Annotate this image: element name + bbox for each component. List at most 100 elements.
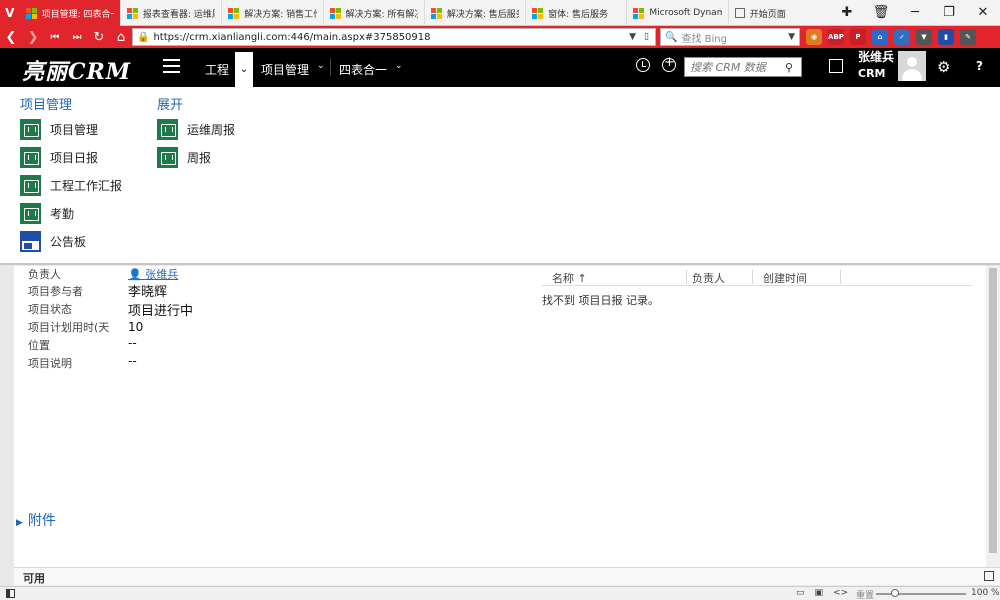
entity-icon — [157, 146, 178, 168]
menu-item-bulletin-board[interactable]: 公告板 — [20, 230, 86, 252]
tab-report-viewer[interactable]: 报表查看器: 运维周报 — [121, 0, 223, 26]
column-owner[interactable]: 负责人 — [692, 270, 725, 286]
tab-solution-sales[interactable]: 解决方案: 销售工作 — [222, 0, 324, 26]
url-field[interactable]: 🔒 https://crm.xianliangli.com:446/main.a… — [132, 28, 656, 46]
minimize-icon[interactable]: ─ — [898, 5, 932, 20]
crm-search-input[interactable]: 搜索 CRM 数据 ⚲ — [684, 57, 802, 77]
chevron-down-icon[interactable]: ▼ — [629, 32, 636, 42]
bulletin-board-icon — [20, 230, 41, 252]
menu-item-work-report[interactable]: 工程工作汇报 — [20, 174, 123, 196]
bookmark-icon[interactable]: ▯ — [644, 32, 649, 42]
attachments-section[interactable]: ▶ 附件 — [16, 510, 56, 530]
extension-house-icon[interactable]: ⌂ — [872, 29, 888, 45]
chevron-down-icon[interactable]: ⌄ — [395, 61, 403, 71]
chevron-down-icon[interactable]: ⌄ — [235, 52, 253, 87]
pinterest-icon[interactable]: P — [850, 29, 866, 45]
menu-item-attendance[interactable]: 考勤 — [20, 202, 74, 224]
nav-record[interactable]: 四表合一 — [339, 61, 387, 78]
tab-project-management[interactable]: 项目管理: 四表合一 — [19, 0, 121, 26]
nav-divider — [330, 58, 331, 76]
save-icon[interactable] — [984, 571, 994, 581]
help-icon[interactable]: ? — [976, 59, 983, 73]
trash-icon[interactable]: 🗑 — [864, 5, 898, 20]
field-value-description[interactable]: -- — [128, 354, 137, 368]
form-scrollbar[interactable] — [986, 266, 1000, 567]
form-status-bar: 可用 — [14, 567, 1000, 585]
field-value-location[interactable]: -- — [128, 336, 137, 350]
tab-solution-all[interactable]: 解决方案: 所有解决 — [324, 0, 425, 26]
home-icon[interactable]: ⌂ — [110, 26, 132, 48]
panel-toggle-icon[interactable] — [6, 589, 15, 598]
field-value-planned-days[interactable]: 10 — [128, 320, 143, 334]
back-icon[interactable]: ❮ — [0, 26, 22, 48]
extension-book-icon[interactable]: ▮ — [938, 29, 954, 45]
search-icon[interactable]: ⚲ — [785, 61, 801, 74]
column-created[interactable]: 创建时间 — [763, 270, 807, 286]
field-value-participant[interactable]: 李晓辉 — [128, 281, 167, 300]
crm-logo: 亮丽CRM — [22, 59, 132, 85]
tab-solution-service[interactable]: 解决方案: 售后服务 — [425, 0, 527, 26]
bing-search-field[interactable]: 🔍 查找 Bing ▼ — [660, 28, 800, 46]
tab-start-page[interactable]: 开始页面 — [729, 0, 830, 26]
chevron-down-icon[interactable]: ⌄ — [317, 61, 325, 71]
chevron-down-icon[interactable]: ▼ — [788, 32, 799, 42]
code-icon[interactable]: <> — [833, 588, 848, 598]
microsoft-icon — [329, 7, 341, 19]
close-icon[interactable]: ✕ — [966, 5, 1000, 20]
recent-clock-icon[interactable] — [636, 58, 650, 72]
tab-microsoft-dynamics[interactable]: Microsoft Dynamic — [627, 0, 729, 26]
extension-orange-icon[interactable]: ◉ — [806, 29, 822, 45]
entity-icon — [20, 146, 41, 168]
new-tab-icon[interactable]: ✚ — [830, 5, 864, 20]
menu-item-ops-weekly[interactable]: 运维周报 — [157, 118, 235, 140]
zoom-slider[interactable] — [876, 593, 966, 595]
entity-icon — [20, 118, 41, 140]
nav-area-engineering[interactable]: 工程 — [205, 61, 229, 78]
maximize-icon[interactable]: ❐ — [932, 5, 966, 20]
create-plus-icon[interactable] — [662, 55, 676, 72]
group-title-expand[interactable]: 展开 — [157, 94, 183, 113]
forward-icon[interactable]: ❯ — [22, 26, 44, 48]
rewind-icon[interactable]: ⏮ — [44, 26, 66, 48]
menu-item-daily-report[interactable]: 项目日报 — [20, 146, 98, 168]
nav-entity-project[interactable]: 项目管理 — [261, 61, 309, 78]
zoom-slider-handle[interactable] — [891, 589, 899, 597]
field-value-status[interactable]: 项目进行中 — [128, 300, 193, 319]
advanced-find-icon[interactable] — [829, 59, 843, 73]
attachments-label[interactable]: 附件 — [28, 513, 56, 529]
adblock-plus-icon[interactable]: ABP — [828, 29, 844, 45]
tab-label: 解决方案: 售后服务 — [446, 9, 520, 20]
microsoft-icon — [25, 7, 37, 19]
window-icon[interactable]: ▭ — [796, 588, 805, 598]
owner-link[interactable]: 👤 张维兵 — [128, 266, 178, 282]
user-name[interactable]: 张维兵 — [858, 50, 894, 65]
menu-item-label: 工程工作汇报 — [50, 178, 123, 193]
menu-item-project-management[interactable]: 项目管理 — [20, 118, 99, 140]
microsoft-icon — [126, 7, 138, 19]
window-controls: ✚ 🗑 ─ ❐ ✕ — [830, 0, 1000, 25]
expand-triangle-icon[interactable]: ▶ — [16, 518, 23, 528]
crm-search-placeholder: 搜索 CRM 数据 — [690, 61, 766, 74]
extension-check-icon[interactable]: ✓ — [894, 29, 910, 45]
tab-label: 开始页面 — [749, 9, 786, 20]
field-label-description: 项目说明 — [28, 357, 72, 370]
menu-item-weekly[interactable]: 周报 — [157, 146, 211, 168]
hamburger-menu-icon[interactable] — [163, 59, 180, 73]
fast-forward-icon[interactable]: ⏭ — [66, 26, 88, 48]
reload-icon[interactable]: ↻ — [88, 26, 110, 48]
user-org[interactable]: CRM — [858, 66, 886, 81]
image-icon[interactable]: ▣ — [815, 588, 824, 598]
avatar[interactable] — [898, 51, 926, 81]
owner-value[interactable]: 张维兵 — [145, 268, 178, 281]
pocket-icon[interactable]: ▼ — [916, 29, 932, 45]
tab-form-service[interactable]: 窗体: 售后服务 — [526, 0, 628, 26]
scrollbar-thumb[interactable] — [989, 268, 997, 553]
menu-item-label: 项目管理 — [50, 122, 99, 137]
gear-icon[interactable]: ⚙ — [937, 58, 950, 76]
column-name[interactable]: 名称 ↑ — [552, 270, 587, 286]
browser-menu-button[interactable]: V — [0, 0, 20, 26]
zoom-reset-label[interactable]: 重置 — [856, 588, 874, 600]
column-divider — [840, 270, 841, 284]
evernote-icon[interactable]: ✎ — [960, 29, 976, 45]
group-title-project-management: 项目管理 — [20, 98, 73, 113]
